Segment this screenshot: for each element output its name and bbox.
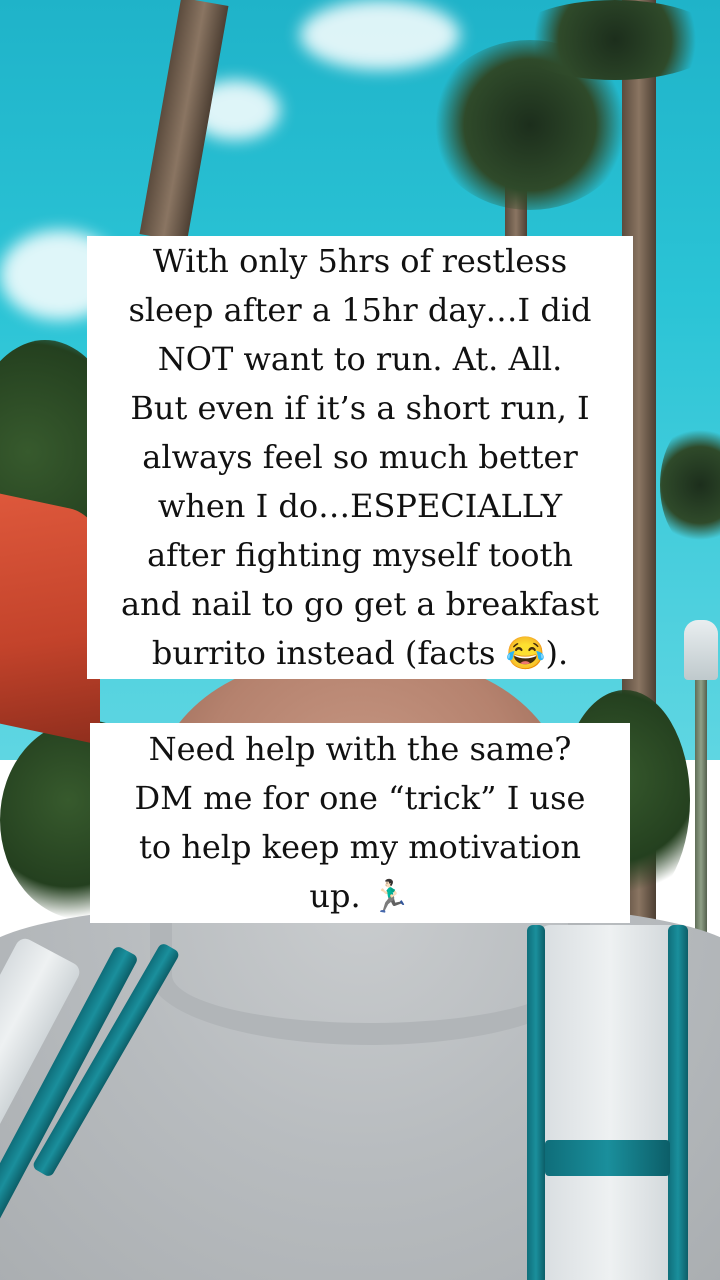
caption-line: burrito instead (facts 😂). [151, 634, 569, 672]
backpack-strap-right-edge [527, 925, 545, 1280]
caption-line: and nail to go get a breakfast [121, 585, 599, 623]
street-lamp-post [695, 680, 707, 940]
caption-line: after fighting myself tooth [147, 536, 573, 574]
caption-line: NOT want to run. At. All. [157, 340, 563, 378]
caption-line: sleep after a 15hr day…I did [128, 291, 592, 329]
cloud [300, 0, 460, 70]
backpack-strap-right-edge [668, 925, 688, 1280]
caption-line: always feel so much better [142, 438, 578, 476]
shirt-collar [150, 905, 590, 1045]
caption-line: Need help with the same? [148, 730, 572, 768]
caption-line: DM me for one “trick” I use [134, 779, 586, 817]
story-caption-cta: Need help with the same? DM me for one “… [90, 723, 630, 923]
caption-line: up. 🏃🏻‍♂️ [309, 877, 411, 915]
street-lamp [684, 620, 718, 680]
backpack-strap-pad-right [540, 925, 680, 1280]
caption-line: to help keep my motivation [138, 828, 582, 866]
red-umbrella [0, 485, 100, 745]
story-caption-main: With only 5hrs of restless sleep after a… [87, 236, 633, 679]
backpack-strap-buckle [545, 1140, 670, 1176]
caption-line: when I do…ESPECIALLY [157, 487, 563, 525]
caption-line: But even if it’s a short run, I [130, 389, 590, 427]
palm-fronds [510, 0, 720, 80]
caption-line: With only 5hrs of restless [152, 242, 568, 280]
